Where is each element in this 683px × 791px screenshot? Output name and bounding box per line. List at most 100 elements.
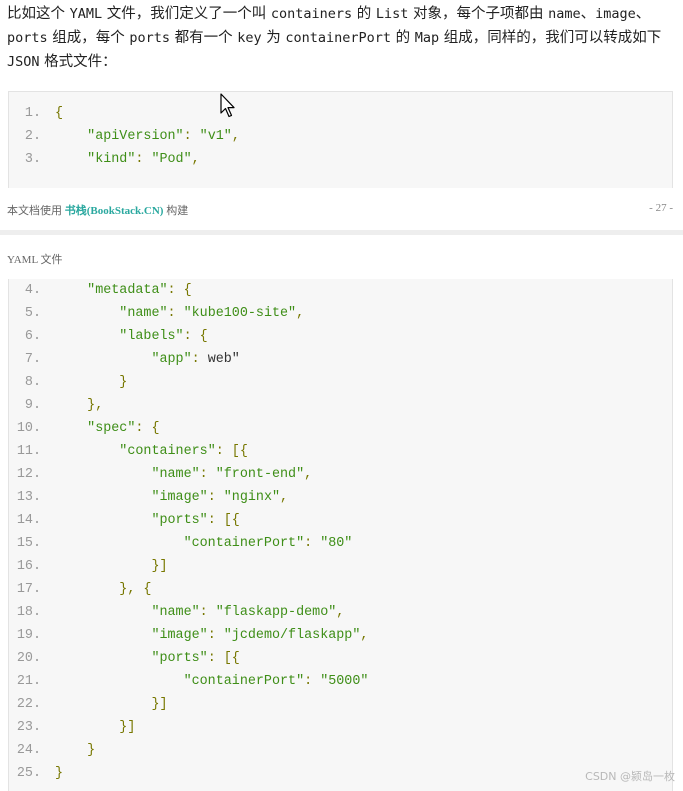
line-number: 25.: [16, 766, 41, 781]
code-line: 2. "apiVersion": "v1",: [9, 125, 672, 148]
code-line: 20. "ports": [{: [9, 647, 672, 670]
code-token: "containerPort": [183, 536, 305, 551]
code-token: }]: [119, 720, 136, 735]
inline-code: image: [595, 6, 636, 22]
code-token: },: [87, 398, 104, 413]
inline-code: JSON: [7, 54, 40, 70]
code-token: :: [183, 129, 200, 144]
intro-text: 、: [635, 6, 651, 22]
line-number: 20.: [16, 651, 41, 666]
page-separator: [0, 230, 683, 235]
code-line: 22. }]: [9, 693, 672, 716]
code-token: ,: [296, 306, 305, 321]
code-token: "Pod": [151, 152, 192, 167]
code-lines-top: 1.{2. "apiVersion": "v1", 3. "kind": "Pod…: [9, 102, 672, 171]
code-token: "name": [151, 467, 200, 482]
code-token: "apiVersion": [87, 129, 184, 144]
line-number: 13.: [16, 490, 41, 505]
code-token: }, {: [119, 582, 152, 597]
code-line: 21. "containerPort": "5000": [9, 670, 672, 693]
code-token: : [{: [215, 444, 248, 459]
code-token: : {: [167, 283, 192, 298]
line-number: 6.: [24, 329, 41, 344]
code-token: :: [135, 152, 152, 167]
intro-text: 组成，每个: [47, 30, 130, 46]
line-number: 17.: [16, 582, 41, 597]
line-number: 10.: [16, 421, 41, 436]
code-token: "front-end": [215, 467, 305, 482]
line-number: 12.: [16, 467, 41, 482]
line-number: 23.: [16, 720, 41, 735]
code-token: }: [119, 375, 128, 390]
code-token: "kind": [87, 152, 136, 167]
inline-code: Map: [414, 30, 440, 46]
code-token: : [{: [207, 513, 240, 528]
line-number: 5.: [24, 306, 41, 321]
line-number: 1.: [24, 106, 41, 121]
line-number: 21.: [16, 674, 41, 689]
code-token: ,: [360, 628, 369, 643]
code-token: web": [207, 352, 240, 367]
code-line: 10. "spec": {: [9, 417, 672, 440]
intro-paragraph: 比如这个 YAML 文件，我们定义了一个叫 containers 的 List …: [7, 2, 677, 74]
page-footer: 本文档使用 书栈(BookStack.CN) 构建 - 27 -: [7, 202, 673, 218]
watermark-text: CSDN @颍岛一枚: [585, 770, 675, 783]
code-token: : {: [135, 421, 160, 436]
code-token: :: [304, 536, 321, 551]
inline-code: key: [237, 30, 262, 46]
code-token: "ports": [151, 651, 208, 666]
line-number: 3.: [24, 152, 41, 167]
code-token: : {: [183, 329, 208, 344]
code-token: "containers": [119, 444, 216, 459]
code-token: }: [87, 743, 96, 758]
code-token: "containerPort": [183, 674, 305, 689]
code-token: }]: [151, 697, 168, 712]
code-token: "kube100-site": [183, 306, 297, 321]
intro-text: 比如这个: [7, 6, 70, 22]
code-token: :: [207, 490, 224, 505]
page-number: - 27 -: [649, 202, 673, 214]
code-token: "nginx": [223, 490, 281, 505]
line-number: 2.: [24, 129, 41, 144]
intro-text: 、: [580, 6, 596, 22]
line-number: 24.: [16, 743, 41, 758]
code-lines-bottom: 4. "metadata": {5. "name": "kube100-site…: [9, 279, 672, 785]
inline-code: ports: [7, 30, 48, 46]
code-block-bottom: 4. "metadata": {5. "name": "kube100-site…: [8, 279, 673, 791]
code-line: 1. {: [9, 102, 672, 125]
code-token: "flaskapp-demo": [215, 605, 337, 620]
intro-text: 对象，每个子项都由: [408, 6, 549, 22]
code-line: 3. "kind": "Pod",: [9, 148, 672, 171]
code-token: "labels": [119, 329, 184, 344]
code-line: 19. "image": "jcdemo/flaskapp",: [9, 624, 672, 647]
footer-suffix: 构建: [163, 205, 189, 217]
footer-brand-link[interactable]: 书栈(BookStack.CN): [65, 205, 164, 217]
line-number: 11.: [16, 444, 41, 459]
intro-text: 的: [391, 30, 415, 46]
code-token: :: [199, 467, 216, 482]
intro-text: 为: [261, 30, 286, 46]
line-number: 14.: [16, 513, 41, 528]
code-line: 6. "labels": {: [9, 325, 672, 348]
code-line: 14. "ports": [{: [9, 509, 672, 532]
line-number: 7.: [24, 352, 41, 367]
code-token: "80": [320, 536, 353, 551]
code-token: "jcdemo/flaskapp": [223, 628, 361, 643]
code-line: 9. },: [9, 394, 672, 417]
code-token: : [{: [207, 651, 240, 666]
